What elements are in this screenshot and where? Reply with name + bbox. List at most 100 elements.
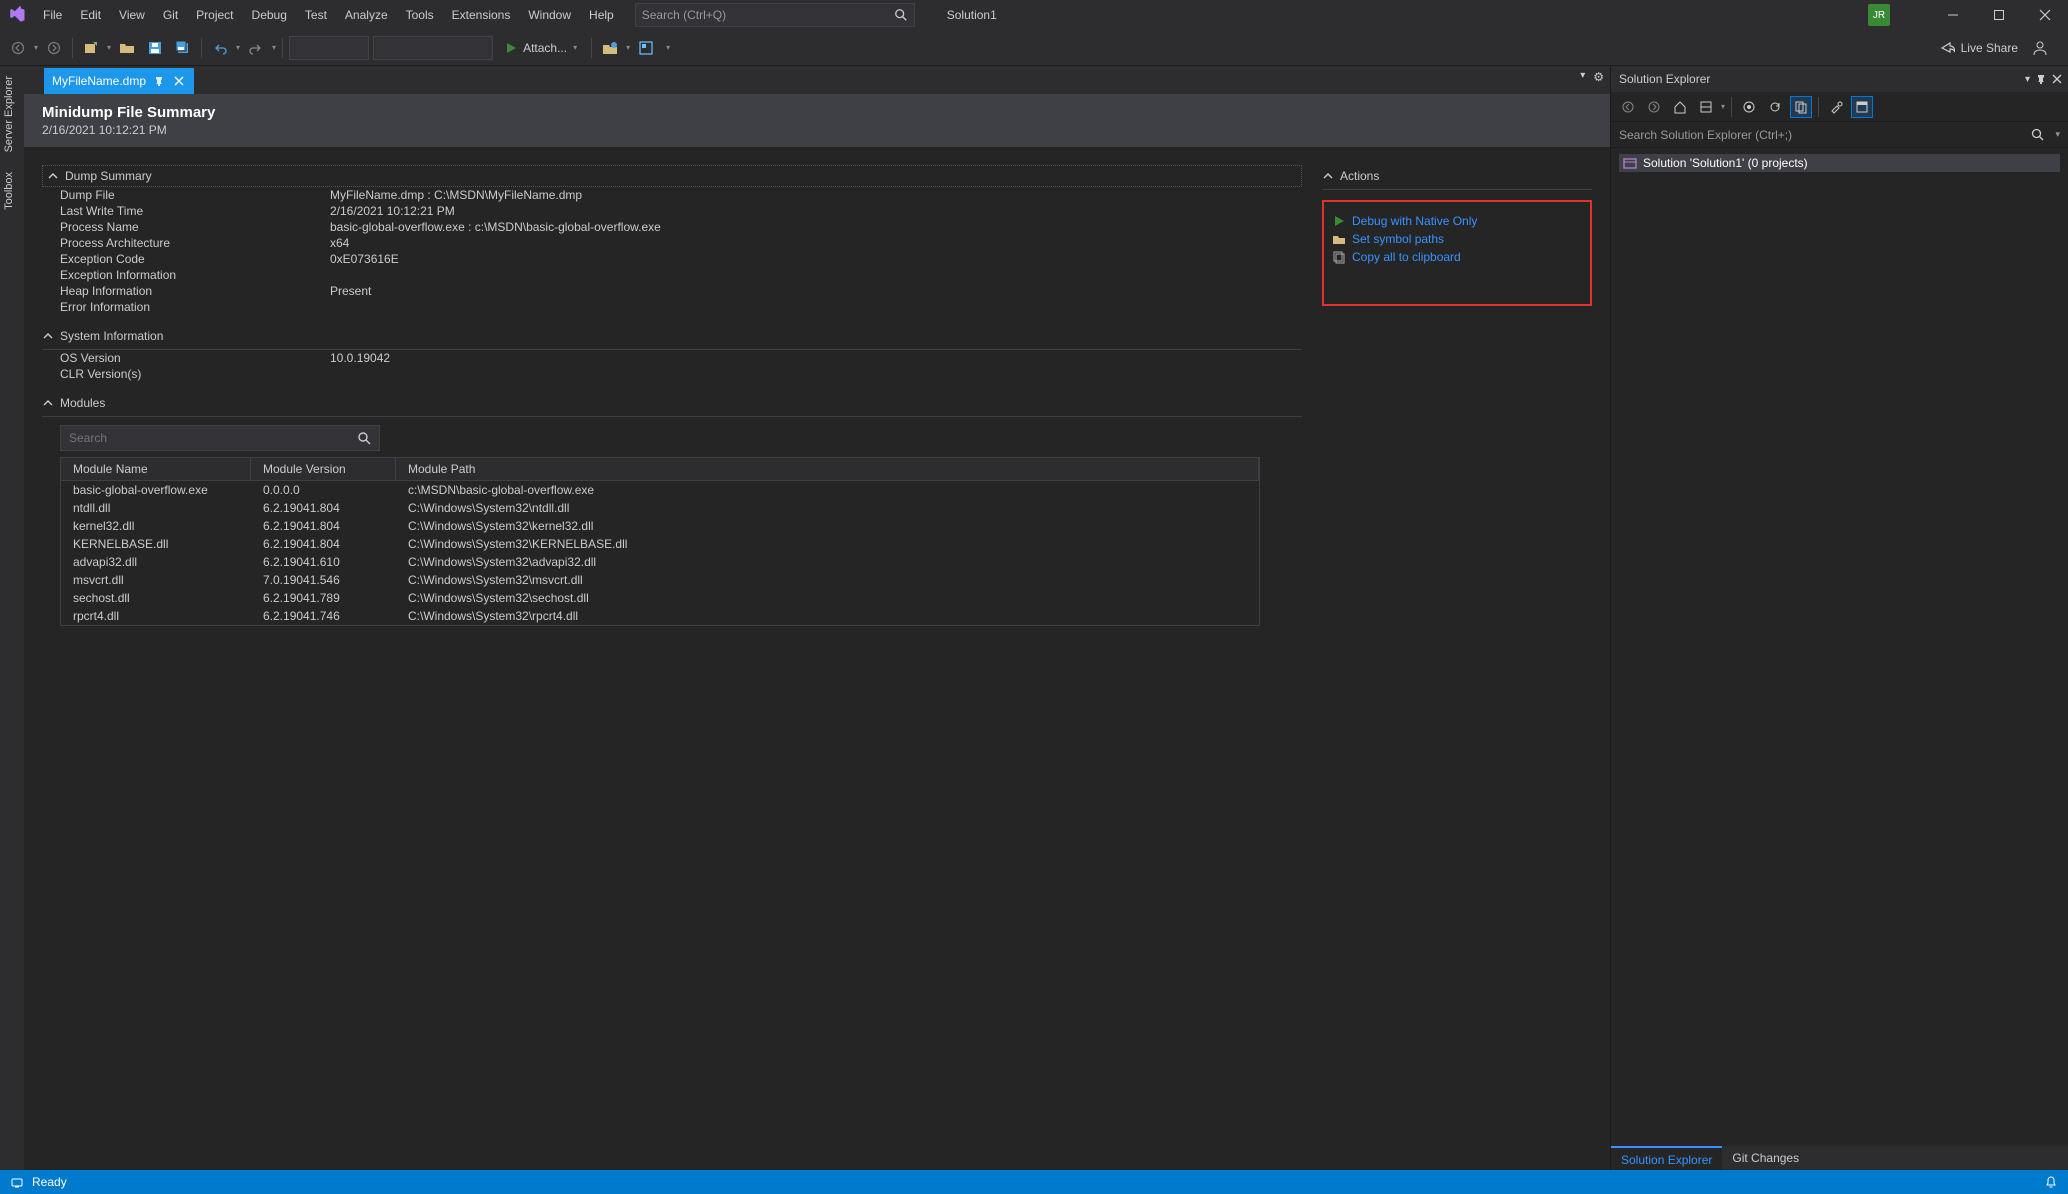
col-header-version[interactable]: Module Version: [251, 458, 396, 480]
cell-name: basic-global-overflow.exe: [61, 481, 251, 499]
pin-icon[interactable]: [154, 76, 164, 86]
table-row[interactable]: advapi32.dll6.2.19041.610C:\Windows\Syst…: [61, 553, 1259, 571]
live-share-button[interactable]: Live Share: [1939, 40, 2018, 56]
solution-config-dropdown[interactable]: [289, 36, 369, 60]
menu-extensions[interactable]: Extensions: [443, 0, 520, 30]
section-modules-heading[interactable]: Modules: [42, 392, 1302, 417]
global-search-input[interactable]: Search (Ctrl+Q): [635, 3, 915, 27]
show-all-files-icon[interactable]: [1790, 96, 1812, 118]
menu-view[interactable]: View: [110, 0, 154, 30]
menu-file[interactable]: File: [34, 0, 71, 30]
menu-help[interactable]: Help: [580, 0, 623, 30]
table-row[interactable]: kernel32.dll6.2.19041.804C:\Windows\Syst…: [61, 517, 1259, 535]
solution-platform-dropdown[interactable]: [373, 36, 493, 60]
properties-icon[interactable]: [1825, 96, 1847, 118]
maximize-button[interactable]: [1976, 0, 2022, 30]
menu-edit[interactable]: Edit: [71, 0, 110, 30]
section-dump-heading[interactable]: Dump Summary: [42, 165, 1302, 187]
account-button[interactable]: [2028, 36, 2052, 60]
dropdown-icon[interactable]: ▾: [236, 43, 240, 52]
panel-menu-icon[interactable]: ▾: [2025, 74, 2030, 85]
dropdown-icon[interactable]: ▾: [107, 43, 111, 52]
table-row[interactable]: ntdll.dll6.2.19041.804C:\Windows\System3…: [61, 499, 1259, 517]
col-header-path[interactable]: Module Path: [396, 458, 1259, 480]
menu-window[interactable]: Window: [519, 0, 580, 30]
server-explorer-tab[interactable]: Server Explorer: [0, 66, 18, 162]
dropdown-icon[interactable]: ▾: [272, 43, 276, 52]
action-link[interactable]: Set symbol paths: [1332, 230, 1582, 248]
new-project-button[interactable]: [79, 36, 103, 60]
table-row[interactable]: KERNELBASE.dll6.2.19041.804C:\Windows\Sy…: [61, 535, 1259, 553]
menu-git[interactable]: Git: [154, 0, 187, 30]
cell-name: ntdll.dll: [61, 499, 251, 517]
nav-back-button[interactable]: [6, 36, 30, 60]
solution-root-node[interactable]: Solution 'Solution1' (0 projects): [1619, 154, 2060, 172]
redo-button[interactable]: [244, 36, 268, 60]
gear-icon[interactable]: ⚙: [1593, 70, 1604, 84]
section-heading-label: Actions: [1340, 169, 1379, 183]
sync-icon[interactable]: [1738, 96, 1760, 118]
dropdown-icon[interactable]: ▾: [626, 43, 630, 52]
undo-button[interactable]: [208, 36, 232, 60]
menu-tools[interactable]: Tools: [397, 0, 443, 30]
col-header-name[interactable]: Module Name: [61, 458, 251, 480]
action-link[interactable]: Copy all to clipboard: [1332, 248, 1582, 266]
save-all-button[interactable]: [171, 36, 195, 60]
table-row[interactable]: basic-global-overflow.exe0.0.0.0c:\MSDN\…: [61, 481, 1259, 499]
attach-button[interactable]: Attach... ▾: [497, 35, 585, 61]
search-placeholder: Search (Ctrl+Q): [642, 8, 894, 22]
toolbar-button[interactable]: [634, 36, 658, 60]
modules-search-field[interactable]: [69, 431, 357, 445]
pin-icon[interactable]: [2036, 74, 2046, 85]
tab-close-icon[interactable]: [172, 74, 186, 88]
menu-test[interactable]: Test: [296, 0, 336, 30]
switch-view-icon[interactable]: [1695, 96, 1717, 118]
refresh-icon[interactable]: [1764, 96, 1786, 118]
preview-icon[interactable]: [1851, 96, 1873, 118]
kv-row: Exception Information: [60, 267, 1302, 283]
notifications-icon[interactable]: [2044, 1175, 2058, 1189]
action-link[interactable]: Debug with Native Only: [1332, 212, 1582, 230]
close-icon[interactable]: [2052, 74, 2062, 85]
cell-name: advapi32.dll: [61, 553, 251, 571]
home-icon[interactable]: [1669, 96, 1691, 118]
table-row[interactable]: sechost.dll6.2.19041.789C:\Windows\Syste…: [61, 589, 1259, 607]
forward-icon[interactable]: [1643, 96, 1665, 118]
save-button[interactable]: [143, 36, 167, 60]
page-title: Minidump File Summary: [42, 104, 1592, 121]
section-sys-heading[interactable]: System Information: [42, 325, 1302, 350]
toolbox-tab[interactable]: Toolbox: [0, 162, 18, 220]
kv-key: Last Write Time: [60, 204, 330, 218]
modules-table: Module Name Module Version Module Path b…: [60, 457, 1260, 626]
toolbar-button[interactable]: [598, 36, 622, 60]
back-icon[interactable]: [1617, 96, 1639, 118]
dropdown-icon[interactable]: ▾: [2055, 129, 2060, 140]
close-button[interactable]: [2022, 0, 2068, 30]
document-tab-active[interactable]: MyFileName.dmp: [44, 68, 194, 94]
tab-git-changes[interactable]: Git Changes: [1722, 1146, 1809, 1170]
nav-forward-button[interactable]: [42, 36, 66, 60]
menu-analyze[interactable]: Analyze: [336, 0, 397, 30]
tab-solution-explorer[interactable]: Solution Explorer: [1611, 1146, 1722, 1170]
solution-search-input[interactable]: Search Solution Explorer (Ctrl+;) ▾: [1611, 122, 2068, 148]
panel-toolbar: ▾: [1611, 92, 2068, 122]
status-ready: Ready: [32, 1175, 67, 1189]
user-badge[interactable]: JR: [1868, 4, 1890, 26]
kv-key: Exception Information: [60, 268, 330, 282]
table-row[interactable]: msvcrt.dll7.0.19041.546C:\Windows\System…: [61, 571, 1259, 589]
panel-bottom-tabs: Solution Explorer Git Changes: [1611, 1146, 2068, 1170]
dropdown-icon[interactable]: ▾: [34, 43, 38, 52]
overflow-icon[interactable]: ▾: [662, 43, 674, 52]
menu-project[interactable]: Project: [187, 0, 242, 30]
dropdown-icon[interactable]: ▾: [573, 43, 577, 52]
tab-overflow-icon[interactable]: ▾: [1580, 70, 1585, 84]
table-row[interactable]: rpcrt4.dll6.2.19041.746C:\Windows\System…: [61, 607, 1259, 625]
search-icon: [357, 431, 371, 445]
kv-row: Process Namebasic-global-overflow.exe : …: [60, 219, 1302, 235]
kv-key: Process Architecture: [60, 236, 330, 250]
menu-debug[interactable]: Debug: [243, 0, 296, 30]
minimize-button[interactable]: [1930, 0, 1976, 30]
section-actions-heading[interactable]: Actions: [1322, 165, 1592, 190]
open-button[interactable]: [115, 36, 139, 60]
modules-search-input[interactable]: [60, 425, 380, 451]
